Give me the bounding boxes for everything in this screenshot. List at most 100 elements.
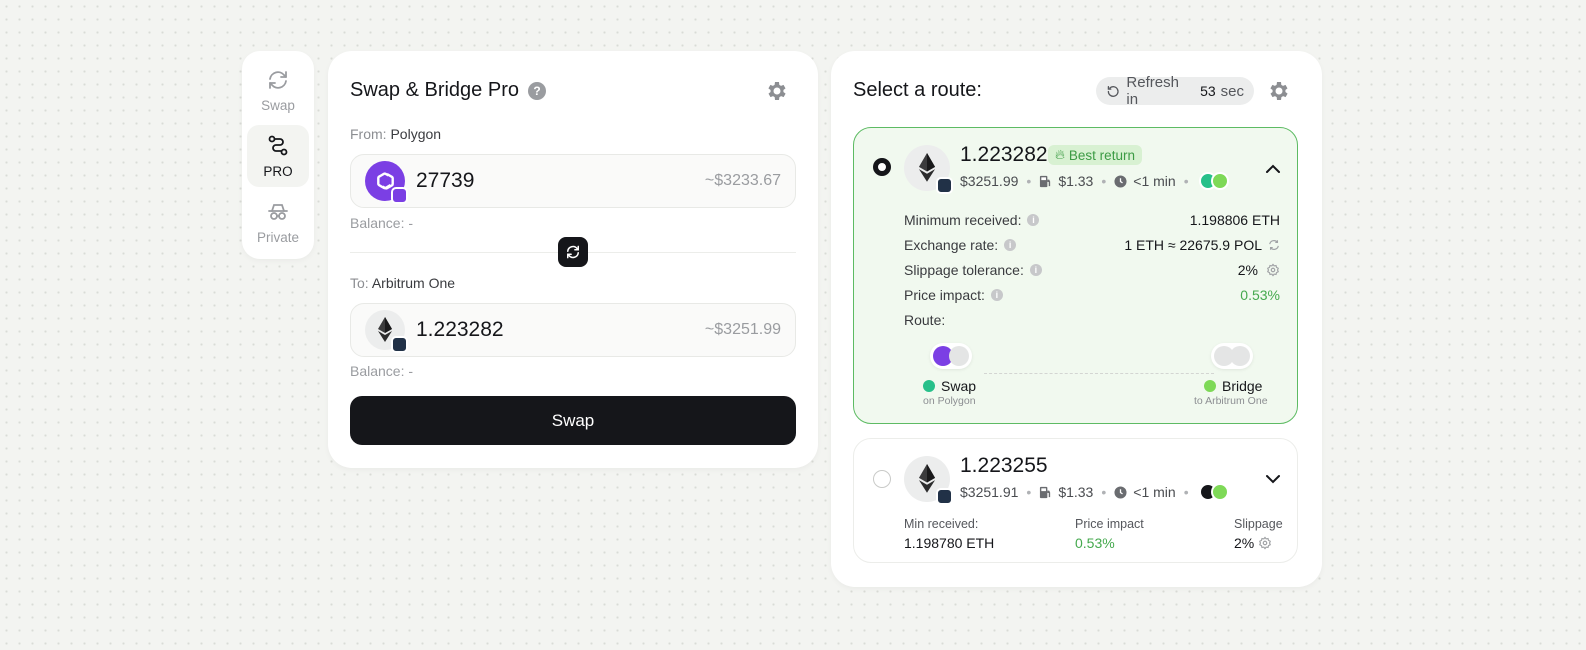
refresh-button[interactable]: Refresh in 53 sec bbox=[1096, 74, 1254, 108]
arbitrum-chain-badge-icon bbox=[936, 488, 953, 505]
min-received-value: 1.198780 ETH bbox=[904, 535, 995, 551]
sidebar-item-label: PRO bbox=[263, 163, 293, 179]
route-time: <1 min bbox=[1133, 173, 1176, 189]
from-network-label: From: Polygon bbox=[350, 126, 441, 142]
sidebar-item-swap[interactable]: Swap bbox=[247, 59, 309, 121]
small-gear-icon[interactable] bbox=[1258, 536, 1272, 550]
route-meta: $3251.99 • $1.33 • <1 min • bbox=[960, 172, 1229, 190]
route-usd: $3251.99 bbox=[960, 173, 1019, 189]
swap-hop-name: Swap bbox=[941, 378, 977, 394]
eth-token-icon[interactable] bbox=[365, 310, 408, 353]
route-radio-selected[interactable] bbox=[873, 158, 891, 176]
incognito-icon bbox=[268, 203, 288, 220]
exchange-rate-row: Exchange rate: i 1 ETH ≈ 22675.9 POL bbox=[904, 237, 1280, 253]
sidebar-item-pro[interactable]: PRO bbox=[247, 125, 309, 187]
small-gear-icon[interactable] bbox=[1266, 263, 1280, 277]
price-impact-value: 0.53% bbox=[1075, 535, 1115, 551]
from-usd-value: ~$3233.67 bbox=[704, 172, 781, 189]
eth-mini-icon bbox=[949, 346, 969, 366]
eth-token-icon bbox=[904, 456, 953, 505]
info-icon[interactable]: i bbox=[1004, 239, 1017, 251]
eth-token-icon bbox=[904, 145, 953, 194]
arbitrum-chain-badge-icon bbox=[391, 336, 408, 353]
provider-icons bbox=[1198, 172, 1229, 190]
min-received-summary: Min received: 1.198780 ETH bbox=[904, 517, 994, 551]
separator-dot: • bbox=[1183, 484, 1189, 500]
route-time: <1 min bbox=[1133, 484, 1176, 500]
from-amount-input[interactable]: 27739 bbox=[416, 169, 705, 193]
gas-pump-icon bbox=[1040, 175, 1051, 187]
separator-dot: • bbox=[1026, 484, 1032, 500]
from-network[interactable]: Polygon bbox=[390, 126, 441, 142]
swap-button[interactable]: Swap bbox=[350, 396, 796, 445]
routes-panel: Select a route: Refresh in 53 sec 1.2232… bbox=[831, 51, 1322, 587]
bridge-small-icon bbox=[1204, 380, 1216, 392]
route-gas: $1.33 bbox=[1058, 173, 1094, 189]
exchange-rate-value: 1 ETH ≈ 22675.9 POL bbox=[1124, 237, 1262, 253]
price-impact-value: 0.53% bbox=[1240, 287, 1280, 303]
separator-dot: • bbox=[1183, 173, 1189, 189]
route-meta: $3251.91 • $1.33 • <1 min • bbox=[960, 483, 1229, 501]
separator-dot: • bbox=[1101, 173, 1107, 189]
route-amount: 1.223282 bbox=[960, 143, 1048, 166]
route-card-best[interactable]: 1.223282 🔥︎ Best return $3251.99 • $1.33… bbox=[853, 127, 1298, 424]
bridge-hop-label: Bridge bbox=[1204, 378, 1262, 394]
separator-dot: • bbox=[1026, 173, 1032, 189]
polygon-token-icon[interactable] bbox=[365, 161, 408, 204]
to-network[interactable]: Arbitrum One bbox=[372, 275, 455, 291]
dex-small-icon bbox=[923, 380, 935, 392]
info-icon[interactable]: i bbox=[1027, 214, 1040, 226]
price-impact-row: Price impact: i 0.53% bbox=[904, 287, 1280, 303]
route-card-alt[interactable]: 1.223255 $3251.91 • $1.33 • <1 min • Min… bbox=[853, 438, 1298, 563]
to-label: To: bbox=[350, 275, 369, 291]
min-received-value: 1.198806 ETH bbox=[1189, 212, 1280, 228]
to-token-box[interactable]: 1.223282 ~$3251.99 bbox=[350, 303, 796, 357]
polygon-chain-badge-icon bbox=[391, 187, 408, 204]
sidebar-item-label: Private bbox=[256, 229, 300, 245]
route-radio-unselected[interactable] bbox=[873, 470, 891, 488]
route-label: Route: bbox=[904, 312, 946, 328]
chevron-up-icon[interactable] bbox=[1264, 160, 1282, 178]
route-token-icon bbox=[904, 456, 953, 505]
route-settings-gear-icon[interactable] bbox=[1267, 79, 1291, 103]
help-icon[interactable]: ? bbox=[527, 81, 546, 100]
swap-hop-icons bbox=[930, 343, 972, 369]
bridge-hop-name: Bridge bbox=[1222, 378, 1263, 394]
eth-mini-icon bbox=[1230, 346, 1250, 366]
price-impact-label: Price impact: bbox=[904, 287, 985, 303]
swap-title: Swap & Bridge Pro bbox=[350, 79, 519, 101]
swap-rate-icon[interactable] bbox=[1268, 239, 1280, 251]
clock-icon bbox=[1114, 485, 1127, 499]
min-received-label: Minimum received: bbox=[904, 212, 1022, 228]
to-amount-output: 1.223282 bbox=[416, 318, 504, 341]
flip-arrows-icon bbox=[567, 245, 579, 259]
best-return-label: Best return bbox=[1068, 147, 1135, 163]
slippage-summary: Slippage 2% bbox=[1234, 517, 1283, 551]
sidebar-item-label: Swap bbox=[261, 97, 295, 113]
price-impact-summary: Price impact 0.53% bbox=[1075, 517, 1144, 551]
from-token-box[interactable]: 27739 ~$3233.67 bbox=[350, 154, 796, 208]
exchange-rate-label: Exchange rate: bbox=[904, 237, 999, 253]
arbitrum-chain-badge-icon bbox=[936, 177, 953, 194]
flame-icon: 🔥︎ bbox=[1055, 147, 1065, 162]
bridge-hop-sub: to Arbitrum One bbox=[1194, 395, 1268, 407]
refresh-label: Refresh in bbox=[1126, 74, 1179, 108]
clock-icon bbox=[1114, 174, 1127, 188]
settings-gear-icon[interactable] bbox=[765, 79, 789, 103]
info-icon[interactable]: i bbox=[1029, 264, 1042, 276]
provider-icons bbox=[1198, 483, 1229, 501]
from-label: From: bbox=[350, 126, 387, 142]
sidebar-item-private[interactable]: Private bbox=[247, 191, 309, 253]
swap-hop-sub: on Polygon bbox=[923, 395, 976, 407]
flip-tokens-button[interactable] bbox=[558, 237, 588, 267]
slippage-label: Slippage bbox=[1234, 517, 1283, 531]
slippage-label: Slippage tolerance: bbox=[904, 262, 1024, 278]
min-received-row: Minimum received: i 1.198806 ETH bbox=[904, 212, 1280, 228]
bridge-provider-icon bbox=[1210, 172, 1229, 190]
to-usd-value: ~$3251.99 bbox=[704, 321, 781, 338]
price-impact-label: Price impact bbox=[1075, 517, 1144, 531]
info-icon[interactable]: i bbox=[990, 289, 1003, 301]
chevron-down-icon[interactable] bbox=[1264, 470, 1282, 488]
page-title: Swap & Bridge Pro ? bbox=[350, 79, 546, 102]
routes-title: Select a route: bbox=[853, 79, 982, 101]
